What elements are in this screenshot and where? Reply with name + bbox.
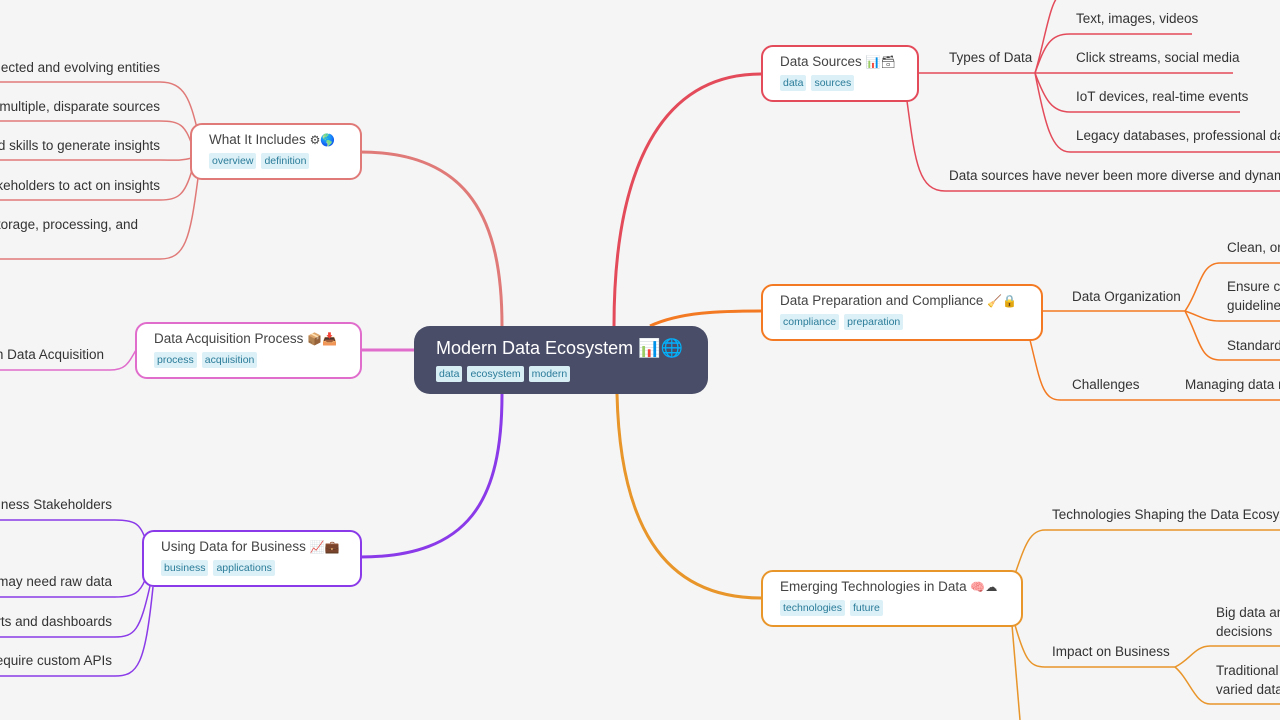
- tag-preparation[interactable]: preparation: [844, 314, 904, 330]
- prep-org-item[interactable]: Ensure co guideline: [1227, 277, 1280, 315]
- tag-compliance[interactable]: compliance: [780, 314, 840, 330]
- edge-bus-1: [0, 519, 146, 539]
- wii-item[interactable]: keholders to act on insights: [0, 176, 160, 195]
- prep-org-item[interactable]: Standard: [1227, 336, 1280, 355]
- prep-org-item[interactable]: Clean, or: [1227, 238, 1280, 257]
- bus-item[interactable]: equire custom APIs: [0, 651, 112, 670]
- sources-type-item[interactable]: Text, images, videos: [1076, 9, 1198, 28]
- tag-business[interactable]: business: [161, 560, 209, 576]
- tag-data[interactable]: data: [436, 366, 463, 382]
- edge-root-sources: [612, 72, 762, 327]
- chart-cabinet-icon: 📊🗃: [865, 55, 896, 69]
- branch-what-it-includes[interactable]: What It Includes ⚙🌎 overview definition: [190, 123, 362, 180]
- broom-lock-icon: 🧹🔒: [987, 294, 1018, 308]
- edge-em-shaping: [1014, 529, 1280, 575]
- bus-item[interactable]: iness Stakeholders: [0, 495, 112, 514]
- prep-organization-label[interactable]: Data Organization: [1072, 287, 1181, 306]
- tag-overview[interactable]: overview: [209, 153, 257, 169]
- sources-type-item[interactable]: Legacy databases, professional da: [1076, 126, 1280, 145]
- branch-business[interactable]: Using Data for Business 📈💼 business appl…: [142, 530, 362, 587]
- tag-sources[interactable]: sources: [811, 75, 855, 91]
- brain-cloud-icon: 🧠☁: [970, 580, 998, 594]
- chart-briefcase-icon: 📈💼: [309, 540, 340, 554]
- branch-preparation[interactable]: Data Preparation and Compliance 🧹🔒 compl…: [761, 284, 1043, 341]
- sources-type-item[interactable]: Click streams, social media: [1076, 48, 1240, 67]
- edge-root-emerging: [615, 393, 762, 600]
- wii-item[interactable]: torage, processing, and: [0, 215, 138, 234]
- chart-globe-icon: 📊🌐: [638, 338, 683, 358]
- tag-future[interactable]: future: [849, 600, 883, 616]
- wii-item[interactable]: ected and evolving entities: [1, 58, 160, 77]
- bus-item[interactable]: may need raw data: [0, 572, 112, 591]
- branch-emerging[interactable]: Emerging Technologies in Data 🧠☁ technol…: [761, 570, 1023, 627]
- tag-applications[interactable]: applications: [213, 560, 275, 576]
- sources-type-item[interactable]: IoT devices, real-time events: [1076, 87, 1248, 106]
- tag-modern[interactable]: modern: [528, 366, 571, 382]
- branch-acquisition[interactable]: Data Acquisition Process 📦📥 process acqu…: [135, 322, 362, 379]
- tag-ecosystem[interactable]: ecosystem: [467, 366, 524, 382]
- emerging-impact-item[interactable]: Big data an decisions: [1216, 603, 1280, 641]
- root-title: Modern Data Ecosystem 📊🌐: [436, 338, 683, 358]
- emerging-shaping-label[interactable]: Technologies Shaping the Data Ecosys: [1052, 505, 1280, 524]
- edge-wii-3: [0, 157, 193, 161]
- prep-challenge-item[interactable]: Managing data r: [1185, 375, 1280, 394]
- prep-challenges-label[interactable]: Challenges: [1072, 375, 1140, 394]
- edge-em-down: [1011, 624, 1021, 720]
- gear-globe-icon: ⚙🌎: [309, 133, 336, 147]
- edge-root-preparation: [649, 309, 762, 328]
- tag-definition[interactable]: definition: [261, 153, 310, 169]
- package-inbox-icon: 📦📥: [307, 332, 337, 346]
- bus-item[interactable]: rts and dashboards: [0, 612, 112, 631]
- tag-technologies[interactable]: technologies: [780, 600, 845, 616]
- root-node[interactable]: Modern Data Ecosystem 📊🌐 data ecosystem …: [414, 326, 708, 394]
- emerging-impact-label[interactable]: Impact on Business: [1052, 642, 1170, 661]
- tag-acquisition[interactable]: acquisition: [201, 352, 258, 368]
- wii-item[interactable]: d skills to generate insights: [0, 136, 160, 155]
- branch-sources[interactable]: Data Sources 📊🗃 data sources: [761, 45, 919, 102]
- edge-root-business: [359, 393, 504, 559]
- emerging-impact-item[interactable]: Traditional varied data: [1216, 661, 1280, 699]
- edge-root-what-it-includes: [359, 150, 504, 327]
- acq-item[interactable]: n Data Acquisition: [0, 345, 104, 364]
- tag-data[interactable]: data: [780, 75, 807, 91]
- sources-note[interactable]: Data sources have never been more divers…: [949, 166, 1280, 185]
- edge-src-t0: [1034, 0, 1057, 74]
- wii-item[interactable]: multiple, disparate sources: [0, 97, 160, 116]
- sources-types-label[interactable]: Types of Data: [949, 48, 1032, 67]
- tag-process[interactable]: process: [154, 352, 197, 368]
